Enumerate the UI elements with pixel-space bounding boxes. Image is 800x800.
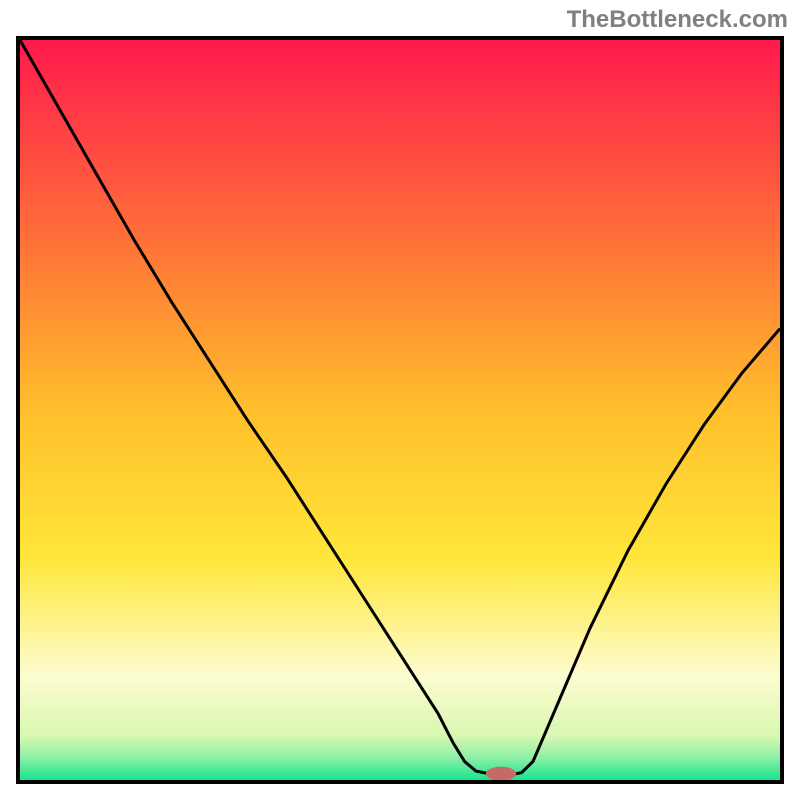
chart-background: [20, 40, 780, 780]
watermark-text: TheBottleneck.com: [567, 6, 788, 34]
chart-svg: [20, 40, 780, 780]
chart-frame: [16, 36, 784, 784]
